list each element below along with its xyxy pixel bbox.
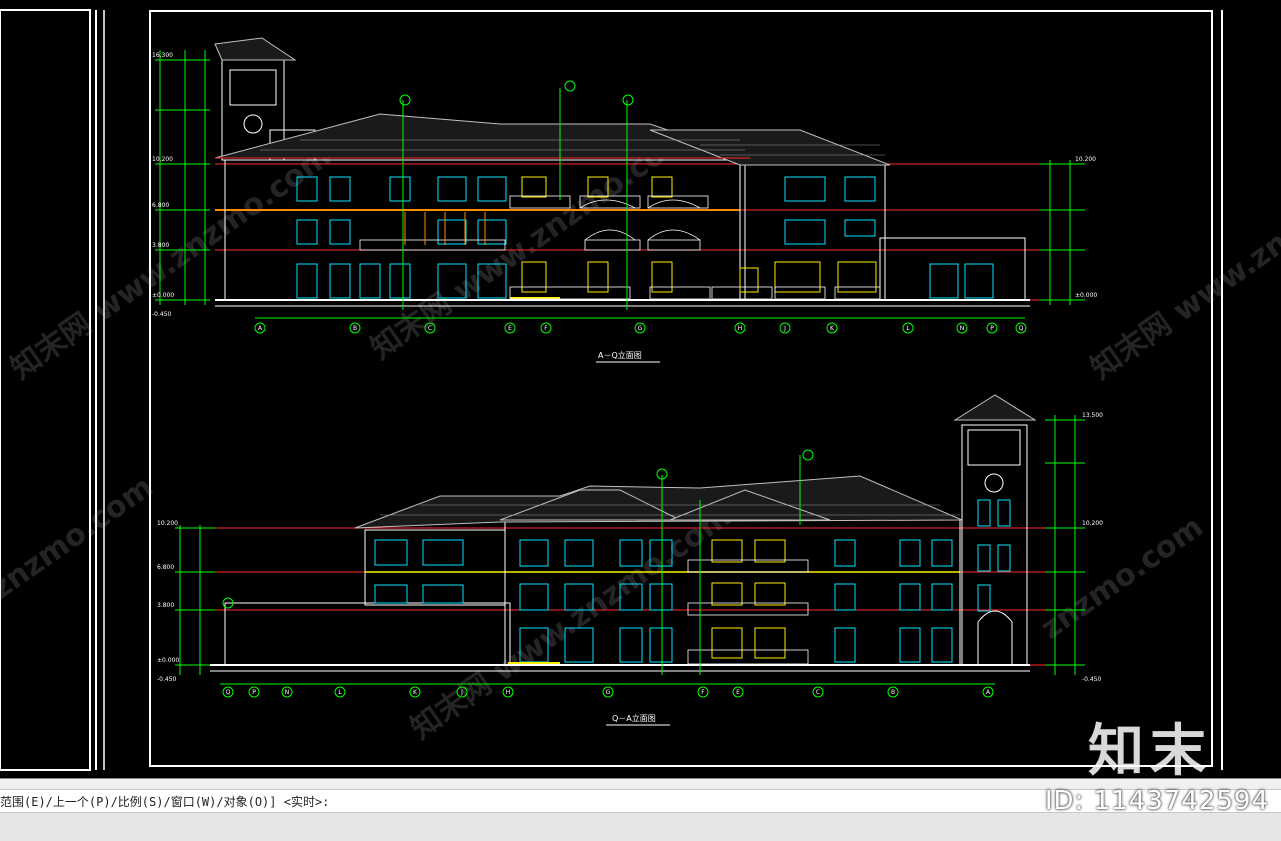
axis-bot-1: Q <box>226 689 231 696</box>
axis-top-11: N <box>960 325 965 332</box>
top-level-4: ±0.000 <box>152 292 174 299</box>
top-level-3: 3.800 <box>152 242 169 249</box>
axis-top-6: G <box>638 325 643 332</box>
axis-bot-11: C <box>816 689 820 696</box>
watermark-site-3: 知末网 www.znzmo.com <box>1085 139 1281 387</box>
elevation-top: 16.300 10.200 6.800 3.800 ±0.000 -0.450 … <box>152 37 1097 363</box>
axis-top-1: A <box>258 325 263 332</box>
axis-top-9: K <box>830 325 835 332</box>
axis-bot-13: A <box>986 689 991 696</box>
watermark-site-1: 知末网 www.znzmo.com <box>5 139 338 387</box>
watermark-id: ID: 1143742594 <box>1044 786 1269 816</box>
bot-level-1: 10.200 <box>157 520 178 527</box>
axis-top-12: P <box>990 325 994 332</box>
axis-bot-2: P <box>252 689 256 696</box>
axis-bot-8: G <box>606 689 611 696</box>
watermark-logo: 知末 <box>1088 719 1212 784</box>
elevation-top-title: A－Q立面图 <box>598 350 642 360</box>
bot-level-ridge: 13.500 <box>1082 412 1103 419</box>
axis-bot-7: H <box>506 689 511 696</box>
drawing-svg: 知末网 www.znzmo.com 知末网 www.znzmo.com 知末网 … <box>0 9 1281 771</box>
axis-bot-4: L <box>338 689 342 696</box>
axis-top-13: Q <box>1019 325 1024 332</box>
cad-drawing-canvas[interactable]: 知末网 www.znzmo.com 知末网 www.znzmo.com 知末网 … <box>0 0 1281 778</box>
axis-top-10: L <box>906 325 910 332</box>
axis-bot-10: E <box>736 689 740 696</box>
bot-level-3: 3.800 <box>157 602 174 609</box>
axis-bot-5: K <box>413 689 418 696</box>
bot-level-2: 6.800 <box>157 564 174 571</box>
level-tower: 16.300 <box>152 52 173 59</box>
axis-bot-6: J <box>460 689 463 696</box>
watermark-site-6: znzmo.com <box>1035 509 1210 646</box>
axis-bot-3: N <box>285 689 290 696</box>
watermark-site-4: znzmo.com <box>0 469 160 606</box>
bot-level-4: ±0.000 <box>157 657 179 664</box>
elevation-bottom-title: Q－A立面图 <box>612 713 656 723</box>
top-level-1: 10.200 <box>152 156 173 163</box>
top-level-2: 6.800 <box>152 202 169 209</box>
command-history-area <box>0 813 1281 841</box>
bot-level-5: -0.450 <box>157 676 177 683</box>
top-level-r4: ±0.000 <box>1075 292 1097 299</box>
top-level-r1: 10.200 <box>1075 156 1096 163</box>
axis-top-4: E <box>508 325 512 332</box>
watermark-overlay: 知末网 www.znzmo.com 知末网 www.znzmo.com 知末网 … <box>0 119 1281 747</box>
axis-top-3: C <box>428 325 432 332</box>
axis-top-5: F <box>544 325 548 332</box>
bot-level-r1: 10.200 <box>1082 520 1103 527</box>
axis-top-8: J <box>783 325 786 332</box>
command-prompt-text: 范围(E)/上一个(P)/比例(S)/窗口(W)/对象(O)] <实时>: <box>0 795 330 809</box>
axis-top-7: H <box>738 325 743 332</box>
watermark-site-5: 知末网 www.znzmo.com <box>405 499 738 747</box>
axis-top-2: B <box>353 325 357 332</box>
axis-bot-12: B <box>891 689 895 696</box>
top-level-5: -0.450 <box>152 311 172 318</box>
axis-bot-9: F <box>701 689 705 696</box>
bot-level-r5: -0.450 <box>1082 676 1102 683</box>
